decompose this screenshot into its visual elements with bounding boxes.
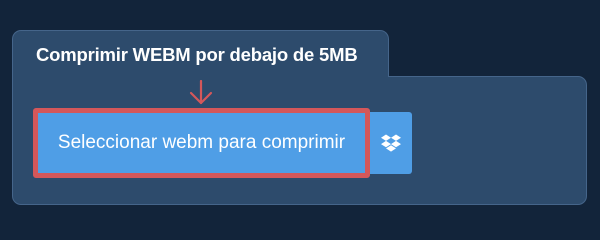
dropbox-icon	[381, 134, 401, 152]
arrow-down-icon	[189, 80, 213, 105]
select-webm-button[interactable]: Seleccionar webm para comprimir	[33, 108, 370, 178]
dropbox-button[interactable]	[370, 112, 412, 174]
panel-title: Comprimir WEBM por debajo de 5MB	[36, 44, 358, 65]
select-webm-label: Seleccionar webm para comprimir	[57, 132, 346, 153]
compressor-widget: Comprimir WEBM por debajo de 5MB Selecci…	[0, 0, 600, 230]
